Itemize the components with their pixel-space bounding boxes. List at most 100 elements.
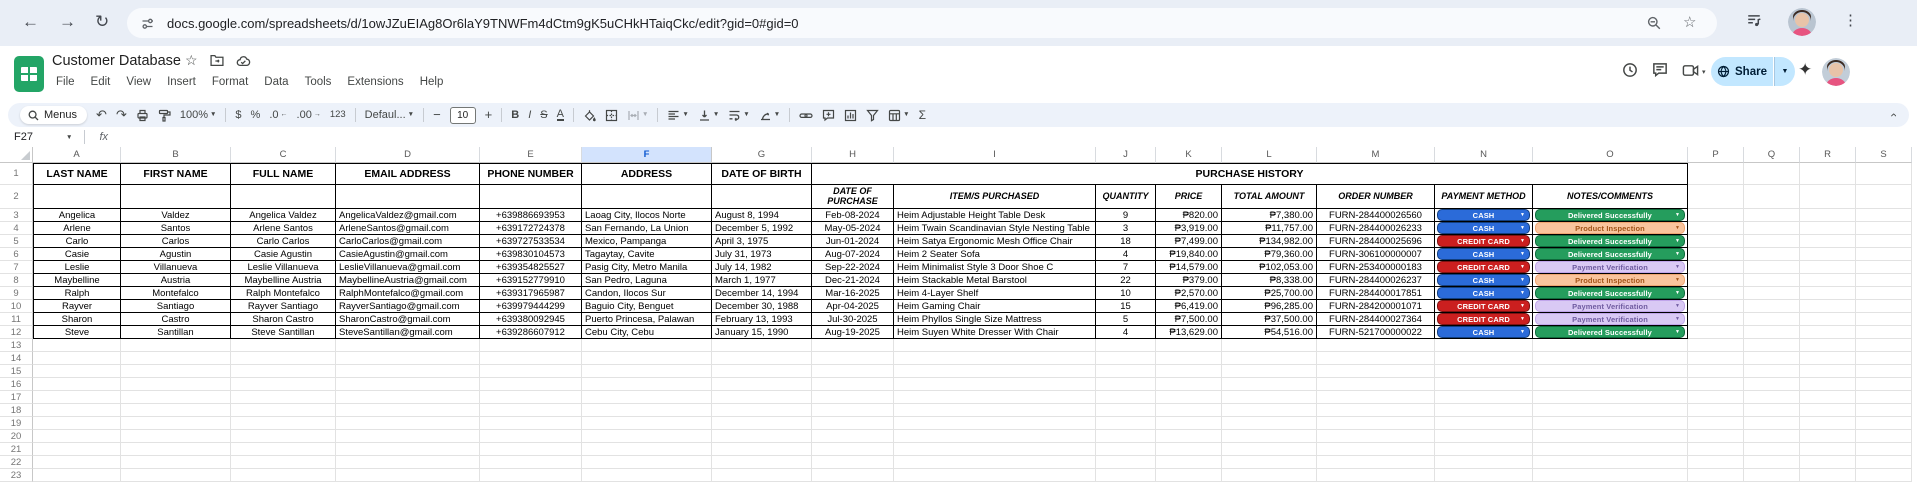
column-header-D[interactable]: D	[336, 147, 480, 163]
insert-table-icon[interactable]: ▼	[888, 109, 910, 122]
cell-R23[interactable]	[1800, 469, 1856, 482]
cell-R2[interactable]	[1800, 185, 1856, 209]
menu-insert[interactable]: Insert	[160, 74, 203, 90]
cell-B23[interactable]	[121, 469, 231, 482]
refresh-icon[interactable]: ↻	[95, 12, 109, 32]
cell-B15[interactable]	[121, 365, 231, 378]
cell-D19[interactable]	[336, 417, 480, 430]
cell-E19[interactable]	[480, 417, 582, 430]
row-header-8[interactable]: 8	[0, 274, 33, 287]
row-header-23[interactable]: 23	[0, 469, 33, 482]
cell-O14[interactable]	[1533, 352, 1688, 365]
cell-J14[interactable]	[1096, 352, 1156, 365]
cell-Q10[interactable]	[1744, 300, 1800, 313]
strikethrough-icon[interactable]: S	[540, 109, 547, 121]
cell-B10[interactable]: Santiago	[121, 300, 231, 313]
cell-B19[interactable]	[121, 417, 231, 430]
cell-B21[interactable]	[121, 443, 231, 456]
cell-S17[interactable]	[1856, 391, 1912, 404]
cell-M15[interactable]	[1317, 365, 1435, 378]
cell-Q22[interactable]	[1744, 456, 1800, 469]
cell-L7[interactable]: ₱102,053.00	[1222, 261, 1317, 274]
cell-I7[interactable]: Heim Minimalist Style 3 Door Shoe C	[894, 261, 1096, 274]
cell-N4[interactable]: CASH ▼	[1435, 222, 1533, 235]
cell-D20[interactable]	[336, 430, 480, 443]
cell-H16[interactable]	[812, 378, 894, 391]
cell-D15[interactable]	[336, 365, 480, 378]
cell-Q11[interactable]	[1744, 313, 1800, 326]
cell-A12[interactable]: Steve	[33, 326, 121, 339]
cell-A11[interactable]: Sharon	[33, 313, 121, 326]
payment-method-chip[interactable]: CREDIT CARD ▼	[1437, 300, 1530, 312]
cell-Q8[interactable]	[1744, 274, 1800, 287]
cell-K16[interactable]	[1156, 378, 1222, 391]
document-title[interactable]: Customer Database	[52, 53, 181, 69]
insert-comment-icon[interactable]	[822, 109, 835, 122]
version-history-icon[interactable]	[1622, 62, 1638, 78]
cell-C21[interactable]	[231, 443, 336, 456]
cell-G18[interactable]	[712, 404, 812, 417]
row-header-17[interactable]: 17	[0, 391, 33, 404]
cell-L14[interactable]	[1222, 352, 1317, 365]
row-header-15[interactable]: 15	[0, 365, 33, 378]
cell-B3[interactable]: Valdez	[121, 209, 231, 222]
share-button[interactable]: Share	[1711, 57, 1773, 86]
row-header-19[interactable]: 19	[0, 417, 33, 430]
cell-Q3[interactable]	[1744, 209, 1800, 222]
cell-O13[interactable]	[1533, 339, 1688, 352]
sheets-logo-icon[interactable]	[14, 56, 44, 92]
insert-link-icon[interactable]	[799, 109, 813, 122]
cell-G9[interactable]: December 14, 1994	[712, 287, 812, 300]
format-percent-icon[interactable]: %	[251, 109, 261, 121]
cell-C9[interactable]: Ralph Montefalco	[231, 287, 336, 300]
bookmark-star-icon[interactable]: ☆	[1683, 13, 1696, 31]
cell-Q2[interactable]	[1744, 185, 1800, 209]
cell-R19[interactable]	[1800, 417, 1856, 430]
row-header-11[interactable]: 11	[0, 313, 33, 326]
cell-I21[interactable]	[894, 443, 1096, 456]
cell-E17[interactable]	[480, 391, 582, 404]
cell-L17[interactable]	[1222, 391, 1317, 404]
cell-A22[interactable]	[33, 456, 121, 469]
row-header-9[interactable]: 9	[0, 287, 33, 300]
cell-R8[interactable]	[1800, 274, 1856, 287]
cell-C5[interactable]: Carlo Carlos	[231, 235, 336, 248]
cell-M9[interactable]: FURN-284400017851	[1317, 287, 1435, 300]
cell-P7[interactable]	[1688, 261, 1744, 274]
cell-G15[interactable]	[712, 365, 812, 378]
cell-A18[interactable]	[33, 404, 121, 417]
cell-F16[interactable]	[582, 378, 712, 391]
cell-F6[interactable]: Tagaytay, Cavite	[582, 248, 712, 261]
cell-J10[interactable]: 15	[1096, 300, 1156, 313]
cell-D13[interactable]	[336, 339, 480, 352]
cell-M2[interactable]: ORDER NUMBER	[1317, 185, 1435, 209]
cell-R12[interactable]	[1800, 326, 1856, 339]
cell-E2[interactable]	[480, 185, 582, 209]
cell-S9[interactable]	[1856, 287, 1912, 300]
cell-O23[interactable]	[1533, 469, 1688, 482]
cell-N16[interactable]	[1435, 378, 1533, 391]
cell-O12[interactable]: Delivered Successfully ▼	[1533, 326, 1688, 339]
cell-L15[interactable]	[1222, 365, 1317, 378]
cell-J19[interactable]	[1096, 417, 1156, 430]
cell-P9[interactable]	[1688, 287, 1744, 300]
cell-H20[interactable]	[812, 430, 894, 443]
menu-view[interactable]: View	[119, 74, 158, 90]
column-header-N[interactable]: N	[1435, 147, 1533, 163]
vertical-align-icon[interactable]: ▼	[698, 109, 719, 122]
cell-A7[interactable]: Leslie	[33, 261, 121, 274]
cell-J11[interactable]: 5	[1096, 313, 1156, 326]
cell-I23[interactable]	[894, 469, 1096, 482]
cell-S5[interactable]	[1856, 235, 1912, 248]
create-filter-icon[interactable]	[866, 109, 879, 122]
cell-F11[interactable]: Puerto Princesa, Palawan	[582, 313, 712, 326]
cell-A1[interactable]: LAST NAME	[33, 163, 121, 185]
menu-file[interactable]: File	[49, 74, 82, 90]
cell-Q12[interactable]	[1744, 326, 1800, 339]
cell-A14[interactable]	[33, 352, 121, 365]
cell-S4[interactable]	[1856, 222, 1912, 235]
cell-F2[interactable]	[582, 185, 712, 209]
cell-D22[interactable]	[336, 456, 480, 469]
cell-S16[interactable]	[1856, 378, 1912, 391]
font-select[interactable]: Defaul... ▼	[365, 109, 414, 121]
